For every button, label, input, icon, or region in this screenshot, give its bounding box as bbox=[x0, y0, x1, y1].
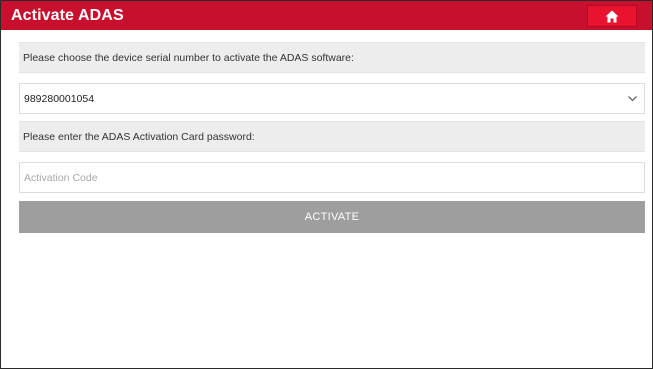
home-icon bbox=[605, 10, 619, 22]
home-button[interactable] bbox=[587, 5, 637, 27]
page-title: Activate ADAS bbox=[11, 6, 124, 24]
chevron-down-icon bbox=[628, 96, 637, 102]
activation-code-input[interactable] bbox=[20, 163, 644, 192]
activation-code-field bbox=[19, 162, 645, 193]
app-window: Activate ADAS Please choose the device s… bbox=[0, 0, 653, 369]
password-prompt: Please enter the ADAS Activation Card pa… bbox=[19, 121, 645, 152]
title-bar: Activate ADAS bbox=[1, 1, 652, 30]
selected-serial-value: 989280001054 bbox=[24, 92, 95, 105]
serial-number-dropdown[interactable]: 989280001054 bbox=[19, 83, 645, 114]
serial-prompt: Please choose the device serial number t… bbox=[19, 42, 645, 73]
activate-button[interactable]: ACTIVATE bbox=[19, 201, 645, 233]
